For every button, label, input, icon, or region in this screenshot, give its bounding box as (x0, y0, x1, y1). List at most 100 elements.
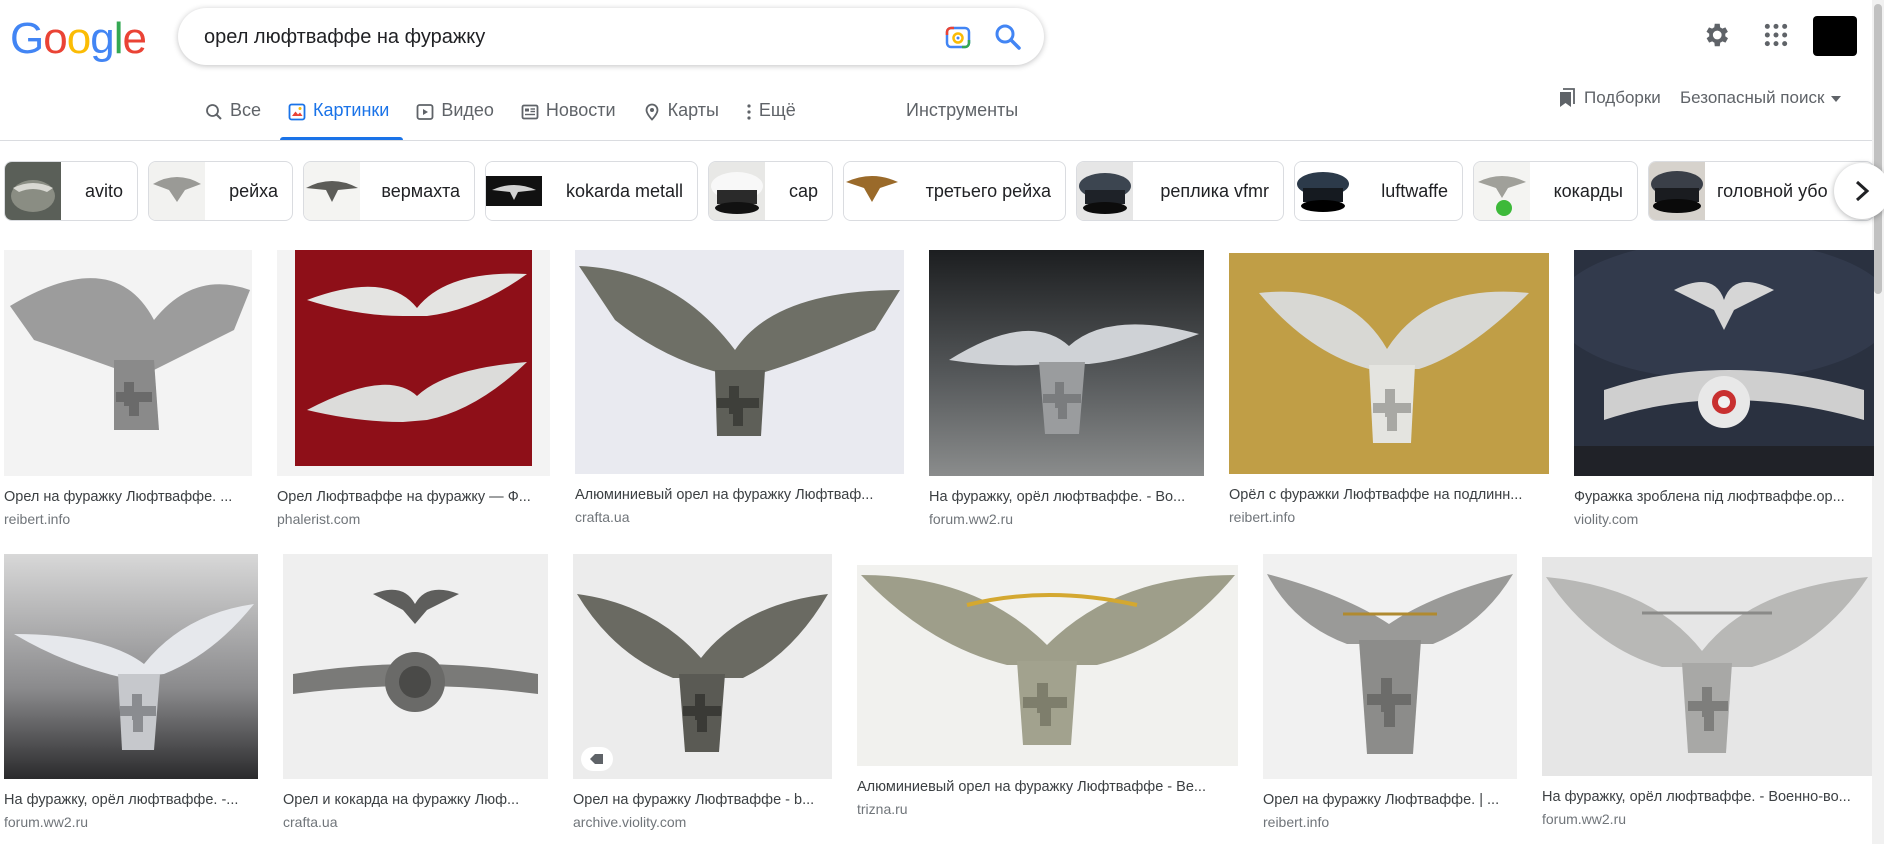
result-title[interactable]: Орел на фуражку Люфтваффе. ... (4, 488, 252, 506)
result-source[interactable]: forum.ww2.ru (1542, 811, 1872, 828)
safesearch-dropdown[interactable]: Безопасный поиск (1680, 88, 1842, 108)
result-image[interactable] (4, 250, 252, 476)
chip-wehrmacht[interactable]: вермахта (303, 161, 475, 221)
image-result[interactable]: Орел на фуражку Люфтваффе. | ... reibert… (1263, 554, 1517, 831)
tab-news[interactable]: Новости (521, 100, 616, 140)
result-image[interactable] (283, 554, 548, 779)
chip-thumbnail (304, 162, 360, 220)
chip-replica-vfmr[interactable]: реплика vfmr (1076, 161, 1284, 221)
result-image[interactable] (575, 250, 904, 474)
chip-third-reich[interactable]: третьего рейха (843, 161, 1066, 221)
tab-label: Ещё (758, 100, 796, 120)
image-result[interactable]: Алюминиевый орел на фуражку Люфтваф... c… (575, 250, 904, 526)
image-result[interactable]: Фуражка зроблена під люфтваффе.ор... vio… (1574, 250, 1874, 528)
result-image[interactable] (1542, 557, 1872, 776)
result-title[interactable]: На фуражку, орёл люфтваффе. - Военно-во.… (1542, 788, 1872, 806)
image-result[interactable]: Орел и кокарда на фуражку Люф... crafta.… (283, 554, 548, 831)
tab-label: Новости (545, 100, 616, 120)
result-title[interactable]: Орёл с фуражки Люфтваффе на подлинн... (1229, 486, 1549, 504)
chip-label: kokarda metall (565, 180, 683, 201)
image-result[interactable]: Орел на фуражку Люфтваффе - b... archive… (573, 554, 832, 831)
tab-more[interactable]: Ещё (746, 100, 796, 140)
tab-video[interactable]: Видео (416, 100, 494, 140)
chip-luftwaffe[interactable]: luftwaffe (1294, 161, 1463, 221)
camera-lens-icon[interactable] (944, 23, 972, 51)
result-image[interactable] (277, 250, 550, 476)
apps-grid-icon[interactable] (1763, 22, 1789, 48)
result-title[interactable]: На фуражку, орёл люфтваффе. -... (4, 791, 258, 809)
result-title[interactable]: На фуражку, орёл люфтваффе. - Во... (929, 488, 1204, 506)
chip-thumbnail (1077, 162, 1133, 220)
chip-label: кокарды (1553, 180, 1623, 201)
tools-button[interactable]: Инструменты (906, 100, 1018, 121)
result-source[interactable]: archive.violity.com (573, 814, 832, 831)
result-source[interactable]: violity.com (1574, 511, 1874, 528)
result-source[interactable]: reibert.info (4, 511, 252, 528)
chip-avito[interactable]: avito (4, 161, 138, 221)
google-logo[interactable]: Google (10, 14, 147, 64)
result-title[interactable]: Орел на фуражку Люфтваффе - b... (573, 791, 832, 809)
result-title[interactable]: Орел Люфтваффе на фуражку — Ф... (277, 488, 550, 506)
tab-label: Карты (667, 100, 719, 120)
tab-all[interactable]: Все (205, 100, 261, 140)
result-source[interactable]: forum.ww2.ru (4, 814, 258, 831)
result-image[interactable] (4, 554, 258, 779)
image-result[interactable]: Орел Люфтваффе на фуражку — Ф... phaleri… (277, 250, 550, 528)
result-source[interactable]: trizna.ru (857, 801, 1238, 818)
image-result[interactable]: Орёл с фуражки Люфтваффе на подлинн... r… (1229, 253, 1549, 526)
image-result[interactable]: На фуражку, орёл люфтваффе. - Во... foru… (929, 250, 1204, 528)
chip-label: третьего рейха (925, 180, 1051, 201)
tab-maps[interactable]: Карты (643, 100, 719, 140)
more-vert-icon (747, 104, 751, 120)
scrollbar-thumb[interactable] (1874, 4, 1882, 294)
collections-label: Подборки (1584, 88, 1661, 107)
result-source[interactable]: crafta.ua (283, 814, 548, 831)
collections-button[interactable]: Подборки (1558, 88, 1661, 108)
result-title[interactable]: Алюминиевый орел на фуражку Люфтваффе - … (857, 778, 1238, 796)
image-result[interactable]: На фуражку, орёл люфтваффе. -... forum.w… (4, 554, 258, 831)
chevron-right-icon (1855, 180, 1870, 202)
map-pin-icon (645, 103, 658, 121)
search-icon[interactable] (993, 22, 1023, 52)
chip-label: вермахта (381, 180, 460, 201)
gear-icon[interactable] (1701, 20, 1731, 50)
image-result[interactable]: На фуражку, орёл люфтваффе. - Военно-во.… (1542, 557, 1872, 828)
result-title[interactable]: Алюминиевый орел на фуражку Люфтваф... (575, 486, 904, 504)
tab-images[interactable]: Картинки (280, 100, 404, 140)
result-image[interactable] (1229, 253, 1549, 474)
image-result[interactable]: Орел на фуражку Люфтваффе. ... reibert.i… (4, 250, 252, 528)
chips-next-button[interactable] (1834, 163, 1884, 219)
chip-label: рейха (229, 180, 278, 201)
result-image[interactable] (857, 565, 1238, 766)
news-icon (521, 104, 539, 120)
chip-reich[interactable]: рейха (148, 161, 293, 221)
chip-cap[interactable]: cap (708, 161, 833, 221)
header-divider (0, 140, 1884, 141)
image-result[interactable]: Алюминиевый орел на фуражку Люфтваффе - … (857, 565, 1238, 818)
chip-thumbnail (1474, 162, 1530, 220)
result-title[interactable]: Фуражка зроблена під люфтваффе.ор... (1574, 488, 1874, 506)
result-source[interactable]: reibert.info (1229, 509, 1549, 526)
result-source[interactable]: forum.ww2.ru (929, 511, 1204, 528)
tab-label: Картинки (313, 100, 390, 120)
chip-kokardy[interactable]: кокарды (1473, 161, 1638, 221)
search-box[interactable] (178, 8, 1044, 65)
result-source[interactable]: crafta.ua (575, 509, 904, 526)
result-image[interactable] (1263, 554, 1517, 779)
result-source[interactable]: phalerist.com (277, 511, 550, 528)
chip-thumbnail (486, 162, 542, 220)
result-image[interactable] (929, 250, 1204, 476)
chip-thumbnail (1649, 162, 1705, 220)
result-image[interactable] (573, 554, 832, 779)
tag-icon[interactable] (581, 747, 613, 771)
result-title[interactable]: Орел на фуражку Люфтваффе. | ... (1263, 791, 1517, 809)
search-icon (206, 104, 222, 120)
chip-kokarda-metall[interactable]: kokarda metall (485, 161, 698, 221)
search-tabs: Все Картинки Видео Новости Карты Ещё (205, 100, 823, 140)
search-input[interactable] (204, 25, 904, 49)
caret-down-icon (1831, 95, 1842, 102)
result-image[interactable] (1574, 250, 1874, 476)
result-source[interactable]: reibert.info (1263, 814, 1517, 831)
result-title[interactable]: Орел и кокарда на фуражку Люф... (283, 791, 548, 809)
account-avatar[interactable] (1813, 16, 1857, 56)
